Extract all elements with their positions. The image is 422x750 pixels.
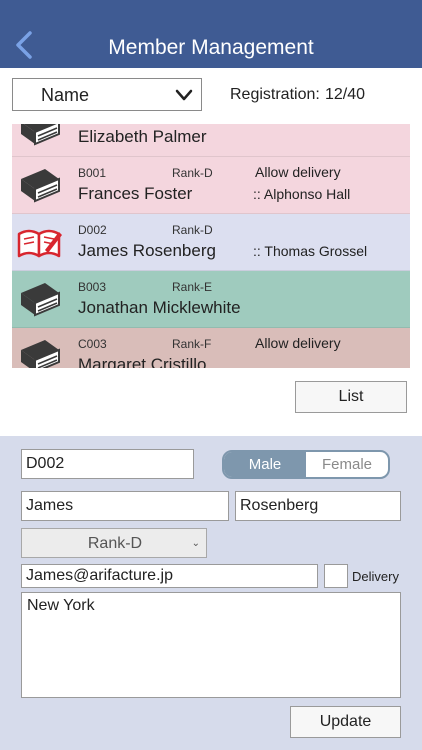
chevron-down-icon: [175, 89, 193, 101]
closed-book-icon: [21, 283, 60, 317]
member-name: Jonathan Micklewhite: [78, 298, 241, 317]
open-book-red-icon: [17, 229, 62, 258]
member-row[interactable]: B001 Rank-D Allow delivery Frances Foste…: [12, 157, 410, 214]
gender-female-option[interactable]: Female: [306, 452, 388, 477]
sort-select-value: Name: [41, 85, 90, 105]
registration-count: 12/40: [325, 86, 366, 103]
list-button[interactable]: List: [295, 381, 407, 413]
registration-label: Registration:: [230, 86, 320, 103]
member-name: Frances Foster: [78, 184, 193, 203]
member-name: Margaret Cristillo: [78, 355, 207, 368]
header-bar: Member Management: [0, 0, 422, 68]
member-assoc: :: Thomas Grossel: [253, 243, 368, 259]
member-code-field[interactable]: D002: [21, 449, 194, 479]
member-row[interactable]: Elizabeth Palmer: [12, 124, 410, 157]
first-name-field[interactable]: James: [21, 491, 229, 521]
sort-select[interactable]: Name: [12, 78, 202, 111]
member-rank: Rank-D: [172, 223, 213, 237]
member-name: Elizabeth Palmer: [78, 127, 207, 146]
address-textarea[interactable]: New York: [21, 592, 401, 698]
member-rank: Rank-F: [172, 337, 212, 351]
gender-male-option[interactable]: Male: [224, 452, 306, 477]
member-name: James Rosenberg: [78, 241, 216, 260]
member-rank: Rank-E: [172, 280, 213, 294]
member-code: D002: [78, 223, 107, 237]
member-row[interactable]: B003 Rank-E Jonathan Micklewhite: [12, 271, 410, 328]
closed-book-icon: [21, 124, 60, 146]
member-code: B003: [78, 280, 107, 294]
update-button[interactable]: Update: [290, 706, 401, 738]
member-code: B001: [78, 166, 107, 180]
member-delivery: Allow delivery: [255, 164, 341, 180]
delivery-label: Delivery: [352, 569, 399, 584]
member-code: C003: [78, 337, 107, 351]
gender-toggle[interactable]: Male Female: [222, 450, 390, 479]
member-list[interactable]: Elizabeth Palmer B001 Rank-D Allow deliv…: [12, 124, 410, 368]
delivery-checkbox[interactable]: [324, 564, 348, 588]
email-field[interactable]: James@arifacture.jp: [21, 564, 318, 588]
member-delivery: Allow delivery: [255, 335, 341, 351]
closed-book-icon: [21, 169, 60, 203]
page-title: Member Management: [108, 36, 314, 59]
member-row[interactable]: D002 Rank-D James Rosenberg :: Thomas Gr…: [12, 214, 410, 271]
chevron-down-icon: ⌄: [191, 538, 200, 549]
member-row[interactable]: C003 Rank-F Allow delivery Margaret Cris…: [12, 328, 410, 368]
closed-book-icon: [21, 340, 60, 368]
rank-select[interactable]: Rank-D ⌄: [21, 528, 207, 558]
member-assoc: :: Alphonso Hall: [253, 186, 351, 202]
rank-select-value: Rank-D: [87, 535, 143, 552]
last-name-field[interactable]: Rosenberg: [235, 491, 401, 521]
member-rank: Rank-D: [172, 166, 213, 180]
